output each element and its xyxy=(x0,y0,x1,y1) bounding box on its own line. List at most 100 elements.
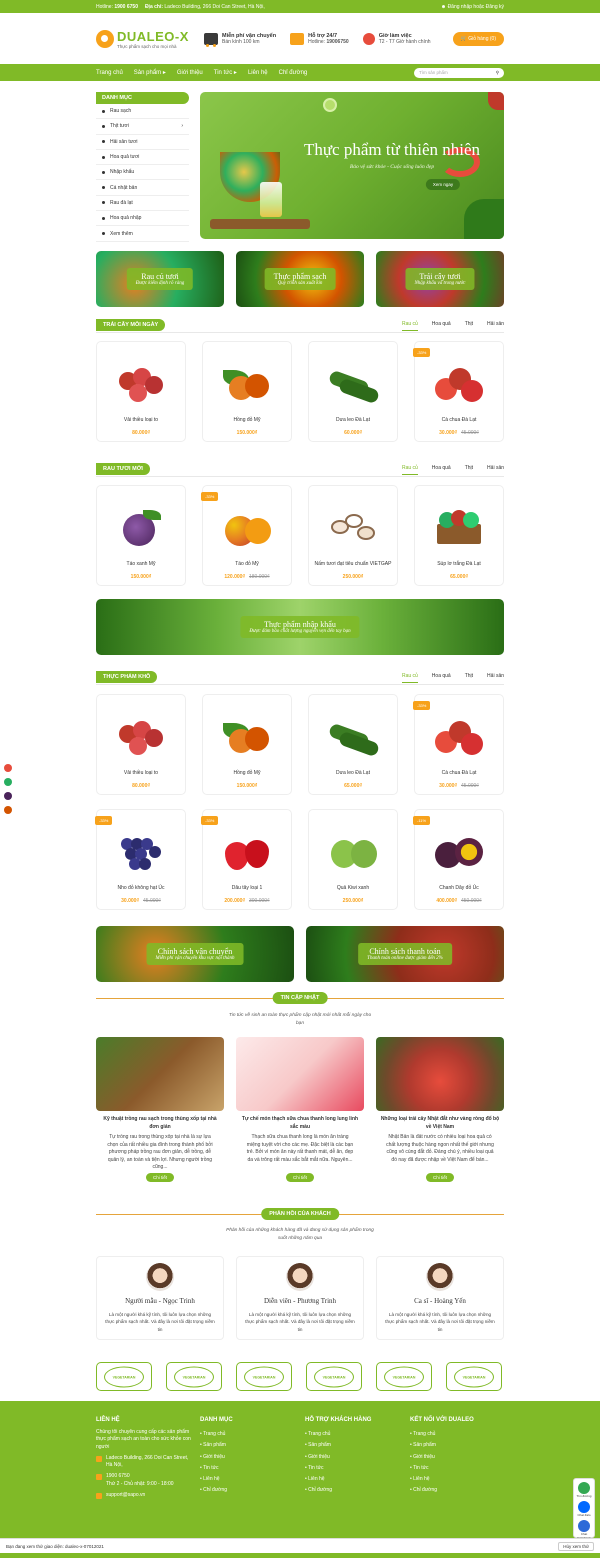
map-icon[interactable] xyxy=(578,1482,590,1494)
hero-cta-button[interactable]: Xem ngay xyxy=(425,179,461,190)
messenger-icon[interactable] xyxy=(578,1520,590,1532)
tab-seafood[interactable]: Hải sản xyxy=(487,465,504,475)
category-item[interactable]: Hải sản tươi xyxy=(96,135,189,150)
product-name[interactable]: Hồng đỏ Mỹ xyxy=(203,770,291,776)
tab-vegetables[interactable]: Rau củ xyxy=(401,321,418,331)
login-link[interactable]: Đăng nhập xyxy=(448,4,472,10)
footer-link[interactable]: Sản phẩm xyxy=(410,1440,510,1451)
product-card[interactable]: -33% Cà chua Đà Lạt 30.000₫ 45.000₫ xyxy=(413,341,504,442)
category-item[interactable]: Hoa quả nhập xyxy=(96,211,189,227)
news-card[interactable]: Những loại trái cây Nhật đắt như vàng rò… xyxy=(376,1037,504,1189)
nav-item-home[interactable]: Trang chủ xyxy=(96,70,123,76)
floating-tomato-icon[interactable] xyxy=(4,764,12,772)
footer-link[interactable]: Tin tức xyxy=(200,1463,300,1474)
category-item[interactable]: Xem thêm xyxy=(96,226,189,242)
partner-logo[interactable]: VEGETARIAN xyxy=(376,1362,432,1391)
news-detail-button[interactable]: Chi tiết xyxy=(145,1173,175,1182)
nav-item-contact[interactable]: Liên hệ xyxy=(248,70,268,76)
footer-link[interactable]: Chỉ đường xyxy=(410,1485,510,1496)
news-image[interactable] xyxy=(96,1037,224,1111)
search-icon[interactable]: ⚲ xyxy=(496,70,499,76)
search-input[interactable]: Tìm sản phẩm ⚲ xyxy=(414,67,504,78)
promo-banner-clean-food[interactable]: Thực phẩm sạch Quy trình sản xuất kín xyxy=(236,251,364,307)
product-name[interactable]: Vải thiều loại to xyxy=(97,417,185,423)
product-name[interactable]: Cà chua Đà Lạt xyxy=(415,770,503,776)
tab-meat[interactable]: Thịt xyxy=(465,465,473,475)
partner-logo[interactable]: VEGETARIAN xyxy=(236,1362,292,1391)
footer-link[interactable]: Liên hệ xyxy=(410,1474,510,1485)
product-name[interactable]: Dưa leo Đà Lạt xyxy=(309,417,397,423)
nav-item-directions[interactable]: Chỉ đường xyxy=(279,70,308,76)
product-name[interactable]: Táo xanh Mỹ xyxy=(97,561,185,567)
footer-link[interactable]: Giới thiệu xyxy=(200,1452,300,1463)
nav-item-about[interactable]: Giới thiệu xyxy=(177,70,203,76)
category-item[interactable]: Hoa quả tươi xyxy=(96,150,189,166)
product-name[interactable]: Cà chua Đà Lạt xyxy=(415,417,503,423)
news-detail-button[interactable]: Chi tiết xyxy=(425,1173,455,1182)
product-card[interactable]: -33% Dâu tây loại 1 200.000₫ 300.000₫ xyxy=(201,809,292,910)
product-card[interactable]: -33% Táo đỏ Mỹ 120.000₫ 180.000₫ xyxy=(201,485,292,586)
shipping-policy-banner[interactable]: Chính sách vận chuyển Miễn phí vận chuyể… xyxy=(96,926,294,982)
product-name[interactable]: Chanh Dây đỏ Úc xyxy=(415,885,503,891)
category-item[interactable]: Thịt tươi › xyxy=(96,119,189,135)
tab-fruits[interactable]: Hoa quả xyxy=(432,673,451,683)
footer-link[interactable]: Liên hệ xyxy=(200,1474,300,1485)
footer-link[interactable]: Tin tức xyxy=(410,1463,510,1474)
footer-link[interactable]: Trang chủ xyxy=(410,1429,510,1440)
product-name[interactable]: Súp lơ trắng Đà Lạt xyxy=(415,561,503,567)
imported-food-banner[interactable]: Thực phẩm nhập khẩu Được đảm bảo chất lư… xyxy=(96,599,504,655)
product-card[interactable]: Quả Kiwi xanh 250.000₫ xyxy=(308,809,398,910)
category-item[interactable]: Cá nhật bản xyxy=(96,180,189,196)
product-card[interactable]: Súp lơ trắng Đà Lạt 65.000₫ xyxy=(414,485,504,586)
tab-vegetables[interactable]: Rau củ xyxy=(401,673,418,683)
news-detail-button[interactable]: Chi tiết xyxy=(285,1173,315,1182)
product-card[interactable]: Hồng đỏ Mỹ 150.000₫ xyxy=(202,341,292,442)
product-card[interactable]: Dưa leo Đà Lạt 65.000₫ xyxy=(308,694,398,795)
news-card[interactable]: Tự chế món thạch sữa chua thanh long lun… xyxy=(236,1037,364,1189)
news-card[interactable]: Kỹ thuật trồng rau sạch trong thùng xốp … xyxy=(96,1037,224,1189)
category-item[interactable]: Rau đà lạt xyxy=(96,196,189,212)
register-link[interactable]: Đăng ký xyxy=(486,4,504,10)
product-card[interactable]: -33% Nho đỏ không hạt Úc 30.000₫ 45.000₫ xyxy=(95,809,186,910)
footer-link[interactable]: Sản phẩm xyxy=(305,1440,405,1451)
promo-banner-vegetables[interactable]: Rau củ tươi Được kiểm định rõ ràng xyxy=(96,251,224,307)
cancel-preview-button[interactable]: Hủy xem thử xyxy=(558,1541,594,1551)
news-image[interactable] xyxy=(376,1037,504,1111)
tab-seafood[interactable]: Hải sản xyxy=(487,321,504,331)
partner-logo[interactable]: VEGETARIAN xyxy=(96,1362,152,1391)
footer-email[interactable]: support@sapo.vn xyxy=(96,1492,196,1500)
hero-banner[interactable]: Thực phẩm từ thiên nhiên Bảo vệ sức khỏe… xyxy=(200,92,504,239)
tab-seafood[interactable]: Hải sản xyxy=(487,673,504,683)
footer-link[interactable]: Chỉ đường xyxy=(305,1485,405,1496)
product-name[interactable]: Táo đỏ Mỹ xyxy=(203,561,291,567)
footer-link[interactable]: Tin tức xyxy=(305,1463,405,1474)
product-name[interactable]: Dưa leo Đà Lạt xyxy=(309,770,397,776)
promo-banner-fruits[interactable]: Trái cây tươi Nhập khẩu và trong nước xyxy=(376,251,504,307)
product-name[interactable]: Hồng đỏ Mỹ xyxy=(203,417,291,423)
tab-meat[interactable]: Thịt xyxy=(465,673,473,683)
footer-phone[interactable]: 1900 6750 xyxy=(96,1473,196,1481)
footer-link[interactable]: Chỉ đường xyxy=(200,1485,300,1496)
tab-fruits[interactable]: Hoa quả xyxy=(432,321,451,331)
footer-link[interactable]: Trang chủ xyxy=(200,1429,300,1440)
category-item[interactable]: Nhập khẩu xyxy=(96,165,189,181)
floating-fruit-icon[interactable] xyxy=(4,806,12,814)
product-card[interactable]: Hồng đỏ Mỹ 150.000₫ xyxy=(202,694,292,795)
floating-grape-icon[interactable] xyxy=(4,792,12,800)
tab-fruits[interactable]: Hoa quả xyxy=(432,465,451,475)
tab-meat[interactable]: Thịt xyxy=(465,321,473,331)
product-card[interactable]: Vải thiều loại to 80.000₫ xyxy=(96,341,186,442)
product-name[interactable]: Nấm tươi đạt tiêu chuẩn VIETGAP xyxy=(309,561,397,567)
news-title[interactable]: Những loại trái cây Nhật đắt như vàng rò… xyxy=(380,1115,500,1131)
news-title[interactable]: Kỹ thuật trồng rau sạch trong thùng xốp … xyxy=(100,1115,220,1131)
product-name[interactable]: Nho đỏ không hạt Úc xyxy=(97,885,185,891)
nav-item-products[interactable]: Sản phẩm ▸ xyxy=(134,69,166,76)
zalo-icon[interactable] xyxy=(578,1501,590,1513)
product-card[interactable]: Vải thiều loại to 80.000₫ xyxy=(96,694,186,795)
product-card[interactable]: -11% Chanh Dây đỏ Úc 400.000₫ 450.000₫ xyxy=(413,809,504,910)
logo[interactable]: DUALEO-X Thực phẩm sạch cho mọi nhà xyxy=(96,29,204,49)
product-name[interactable]: Quả Kiwi xanh xyxy=(309,885,397,891)
news-title[interactable]: Tự chế món thạch sữa chua thanh long lun… xyxy=(240,1115,360,1131)
footer-link[interactable]: Sản phẩm xyxy=(200,1440,300,1451)
cart-button[interactable]: 🛒 Giỏ hàng (0) xyxy=(452,31,504,46)
